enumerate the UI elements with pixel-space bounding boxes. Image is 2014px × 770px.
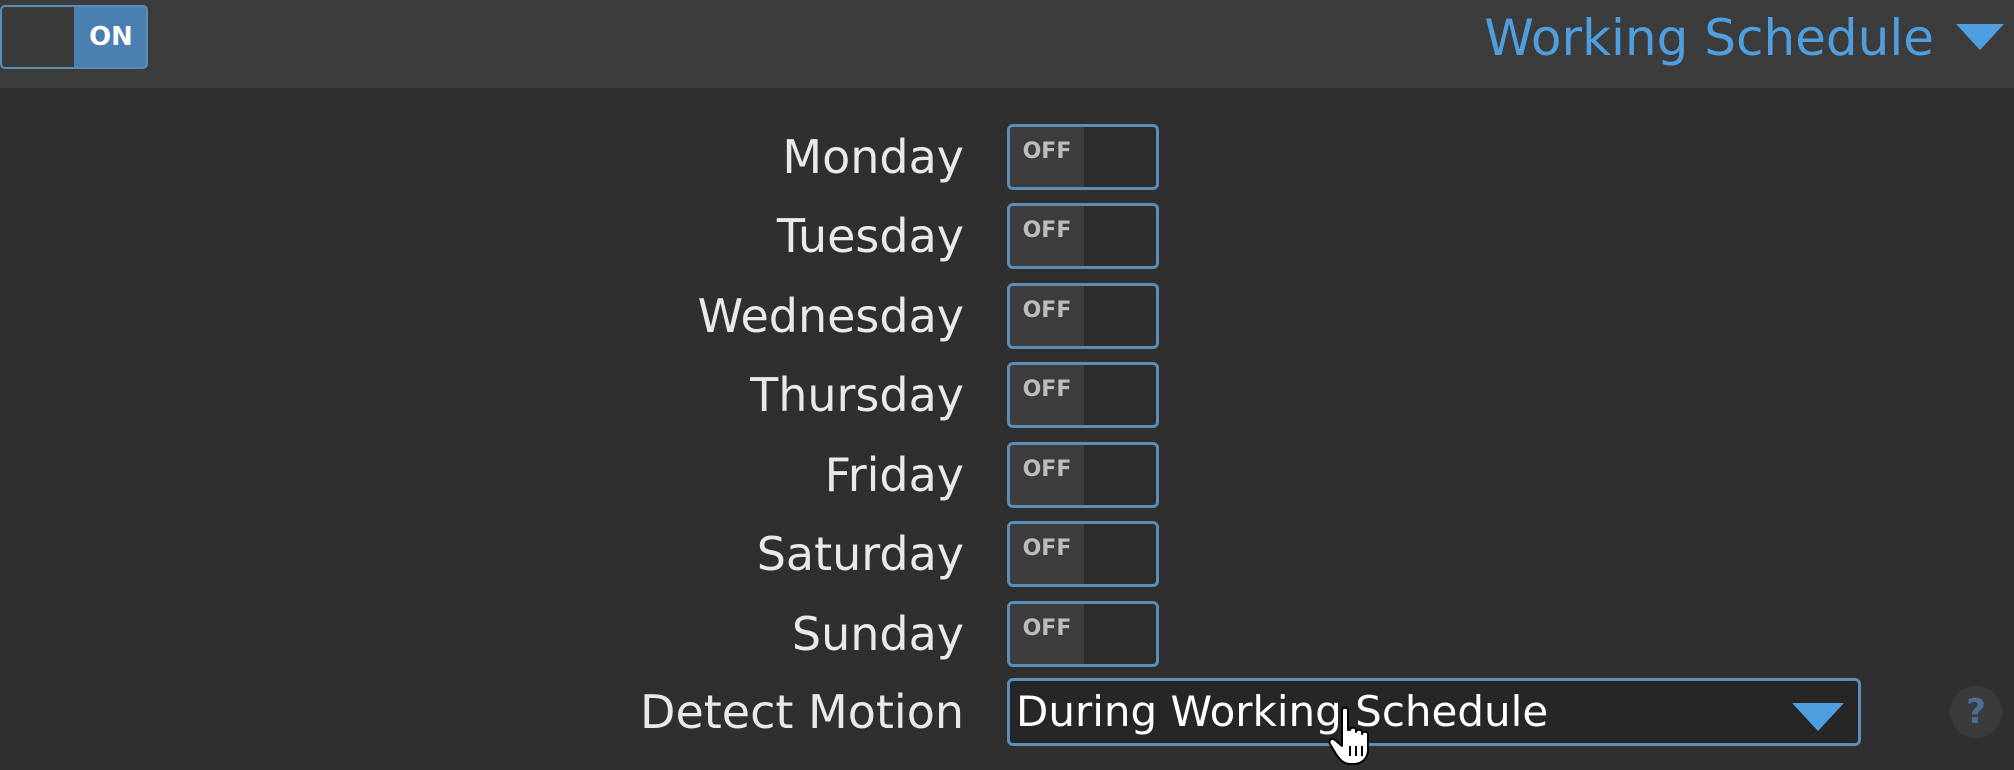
toggle-state-label: OFF — [1010, 604, 1084, 664]
detect-motion-label: Detect Motion — [640, 685, 964, 739]
schedule-row-tuesday: Tuesday OFF — [0, 201, 2014, 271]
detect-motion-select[interactable]: During Working Schedule — [1007, 678, 1861, 746]
toggle-state-label: OFF — [1010, 127, 1084, 187]
friday-toggle[interactable]: OFF — [1007, 442, 1159, 508]
schedule-row-thursday: Thursday OFF — [0, 360, 2014, 430]
schedule-row-monday: Monday OFF — [0, 122, 2014, 192]
detect-motion-selected-value: During Working Schedule — [1016, 687, 1549, 736]
help-icon[interactable]: ? — [1950, 686, 2002, 738]
day-label: Thursday — [750, 368, 964, 422]
toggle-state-label: OFF — [1010, 206, 1084, 266]
wednesday-toggle[interactable]: OFF — [1007, 283, 1159, 349]
day-label: Saturday — [756, 527, 964, 581]
toggle-state-label: OFF — [1010, 524, 1084, 584]
sunday-toggle[interactable]: OFF — [1007, 601, 1159, 667]
panel-header: ON Working Schedule — [0, 0, 2014, 88]
day-label: Wednesday — [697, 289, 964, 343]
saturday-toggle[interactable]: OFF — [1007, 521, 1159, 587]
toggle-knob — [2, 7, 74, 67]
schedule-row-saturday: Saturday OFF — [0, 519, 2014, 589]
working-schedule-panel: ON Working Schedule Monday OFF Tuesday O… — [0, 0, 2014, 770]
schedule-row-sunday: Sunday OFF — [0, 599, 2014, 669]
schedule-row-wednesday: Wednesday OFF — [0, 281, 2014, 351]
schedule-row-friday: Friday OFF — [0, 440, 2014, 510]
toggle-state-label: ON — [89, 22, 133, 52]
monday-toggle[interactable]: OFF — [1007, 124, 1159, 190]
hand-pointer-icon — [1328, 706, 1369, 765]
chevron-down-icon[interactable] — [1792, 703, 1844, 731]
toggle-state-label: OFF — [1010, 445, 1084, 505]
day-label: Friday — [824, 448, 964, 502]
day-label: Tuesday — [776, 209, 964, 263]
tuesday-toggle[interactable]: OFF — [1007, 203, 1159, 269]
toggle-state-label: OFF — [1010, 365, 1084, 425]
section-title[interactable]: Working Schedule — [1484, 6, 1934, 70]
chevron-down-icon[interactable] — [1956, 24, 2004, 50]
day-label: Monday — [782, 130, 964, 184]
day-label: Sunday — [791, 607, 964, 661]
thursday-toggle[interactable]: OFF — [1007, 362, 1159, 428]
master-toggle[interactable]: ON — [0, 5, 148, 69]
toggle-state-label: OFF — [1010, 286, 1084, 346]
